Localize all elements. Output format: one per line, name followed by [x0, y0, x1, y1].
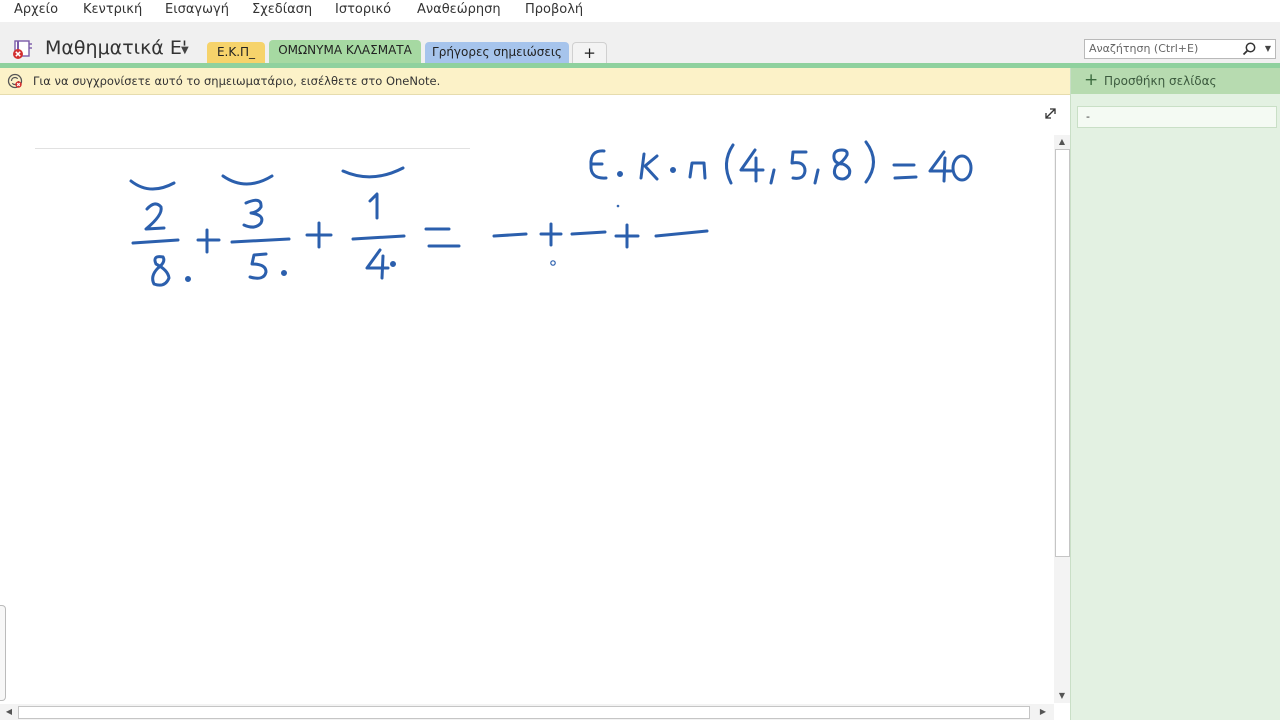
- sync-info-bar[interactable]: Για να συγχρονίσετε αυτό το σημειωματάρι…: [0, 68, 1070, 95]
- add-section-button[interactable]: +: [572, 42, 607, 64]
- ink-lcm-line: [589, 140, 973, 185]
- add-page-button[interactable]: + Προσθήκη σελίδας: [1071, 68, 1280, 94]
- page-list-item[interactable]: -: [1077, 106, 1277, 128]
- notebook-sync-error-icon[interactable]: [12, 40, 36, 60]
- tab-homonymous-fractions[interactable]: ΟΜΩΝΥΜΑ ΚΛΑΣΜΑΤΑ: [269, 40, 421, 64]
- ink-fraction-3-5: [230, 198, 291, 280]
- ink-plus: [196, 228, 221, 254]
- tab-ekp[interactable]: Ε.Κ.Π_: [207, 42, 265, 63]
- notebook-title[interactable]: Μαθηματικά Ε': [45, 37, 187, 59]
- add-page-label: Προσθήκη σελίδας: [1104, 74, 1217, 88]
- ink-blank-fractions: [492, 204, 709, 266]
- side-panel-handle[interactable]: [0, 605, 6, 701]
- plus-icon: +: [583, 44, 596, 62]
- vertical-scroll-thumb[interactable]: [1055, 149, 1070, 557]
- menu-bar: Αρχείο Κεντρική Εισαγωγή Σχεδίαση Ιστορι…: [0, 0, 1280, 22]
- menu-insert[interactable]: Εισαγωγή: [165, 2, 229, 17]
- tab-label: ΟΜΩΝΥΜΑ ΚΛΑΣΜΑΤΑ: [278, 43, 412, 57]
- sync-error-icon: [7, 73, 23, 89]
- tab-quick-notes[interactable]: Γρήγορες σημειώσεις: [425, 42, 569, 63]
- menu-home[interactable]: Κεντρική: [83, 2, 142, 17]
- search-placeholder: Αναζήτηση (Ctrl+E): [1089, 42, 1199, 55]
- search-scope-dropdown-icon[interactable]: ▼: [1265, 44, 1271, 53]
- ink-plus: [305, 221, 333, 249]
- tab-label: Ε.Κ.Π_: [216, 45, 256, 59]
- ink-equals: [424, 227, 461, 248]
- menu-file[interactable]: Αρχείο: [14, 2, 58, 17]
- handwritten-ink: [129, 140, 973, 287]
- search-icon[interactable]: [1241, 41, 1257, 57]
- menu-review[interactable]: Αναθεώρηση: [417, 2, 501, 17]
- plus-icon: +: [1084, 70, 1099, 90]
- ink-brace: [129, 179, 176, 191]
- scroll-left-icon[interactable]: ◀: [2, 704, 16, 720]
- chevron-down-icon[interactable]: ▼: [181, 45, 189, 56]
- page-list-item-label: -: [1086, 110, 1090, 123]
- scroll-down-icon[interactable]: ▼: [1054, 689, 1070, 703]
- ink-brace: [221, 174, 274, 186]
- vertical-scrollbar[interactable]: ▲ ▼: [1054, 135, 1070, 703]
- horizontal-scroll-thumb[interactable]: [18, 706, 1030, 719]
- tab-label: Γρήγορες σημειώσεις: [432, 45, 562, 59]
- ink-fraction-1-4: [351, 192, 406, 280]
- page-list-pane: + Προσθήκη σελίδας -: [1070, 68, 1280, 720]
- expand-page-icon[interactable]: [1043, 106, 1058, 121]
- menu-history[interactable]: Ιστορικό: [335, 2, 391, 17]
- menu-draw[interactable]: Σχεδίαση: [252, 2, 312, 17]
- search-input[interactable]: Αναζήτηση (Ctrl+E) ▼: [1084, 39, 1276, 59]
- scroll-up-icon[interactable]: ▲: [1054, 135, 1070, 149]
- horizontal-scrollbar[interactable]: ◀ ▶: [0, 704, 1054, 720]
- menu-view[interactable]: Προβολή: [525, 2, 583, 17]
- page-canvas[interactable]: [0, 95, 1054, 704]
- scroll-right-icon[interactable]: ▶: [1036, 704, 1050, 720]
- ink-brace: [341, 166, 405, 179]
- sync-info-text: Για να συγχρονίσετε αυτό το σημειωματάρι…: [33, 74, 441, 88]
- ink-fraction-2-8: [131, 202, 191, 287]
